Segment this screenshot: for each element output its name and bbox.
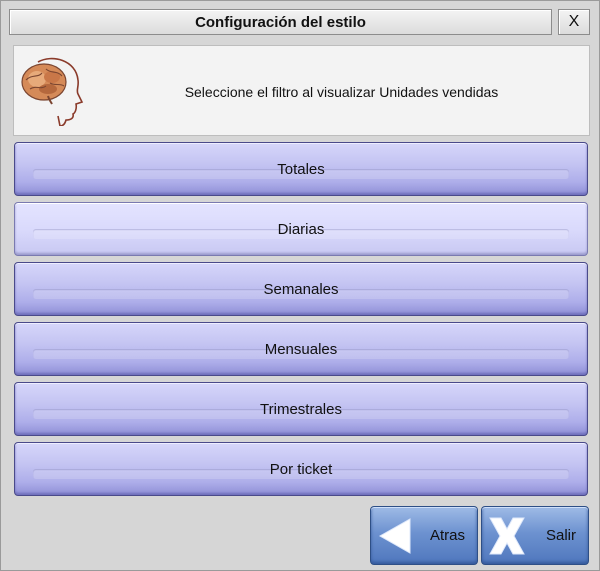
option-semanales[interactable]: Semanales: [14, 262, 588, 316]
style-config-dialog: Configuración del estilo X Seleccione el…: [0, 0, 600, 571]
header-message: Seleccione el filtro al visualizar Unida…: [184, 83, 499, 100]
option-label: Totales: [277, 160, 325, 178]
brain-head-icon: [21, 57, 84, 126]
exit-button[interactable]: Salir: [481, 506, 589, 565]
back-label: Atras: [429, 527, 465, 544]
option-mensuales[interactable]: Mensuales: [14, 322, 588, 376]
option-label: Semanales: [263, 280, 339, 298]
dialog-title-bar: Configuración del estilo: [9, 9, 552, 35]
exit-label: Salir: [545, 527, 576, 544]
close-icon: X: [568, 13, 580, 30]
exit-x-icon: [489, 517, 525, 555]
option-totales[interactable]: Totales: [14, 142, 588, 196]
option-por-ticket[interactable]: Por ticket: [14, 442, 588, 496]
dialog-title: Configuración del estilo: [195, 13, 366, 31]
option-label: Diarias: [277, 220, 325, 238]
back-arrow-icon: [378, 518, 411, 554]
back-button[interactable]: Atras: [370, 506, 478, 565]
option-trimestrales[interactable]: Trimestrales: [14, 382, 588, 436]
option-diarias[interactable]: Diarias: [14, 202, 588, 256]
option-label: Por ticket: [269, 460, 333, 478]
option-label: Mensuales: [264, 340, 338, 358]
header-panel: Seleccione el filtro al visualizar Unida…: [13, 45, 590, 136]
option-label: Trimestrales: [260, 400, 342, 418]
close-button[interactable]: X: [558, 9, 590, 35]
